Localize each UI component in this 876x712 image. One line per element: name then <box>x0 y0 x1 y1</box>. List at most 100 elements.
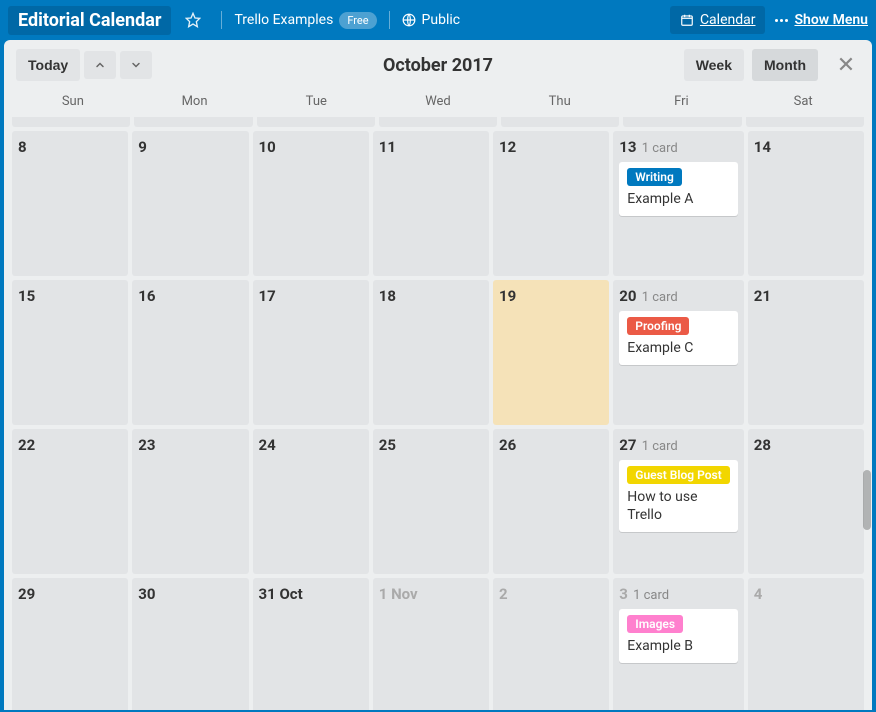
dow-label: Thu <box>499 90 621 113</box>
calendar-day-cell[interactable]: 20 1 cardProofingExample C <box>613 280 743 425</box>
day-number: 22 <box>18 436 35 454</box>
calendar-day-cell[interactable]: 14 <box>748 131 864 276</box>
card-title: Example C <box>627 339 729 357</box>
visibility-button[interactable]: Public <box>402 12 461 28</box>
calendar-day-cell[interactable]: 12 <box>493 131 609 276</box>
day-number: 30 <box>138 585 155 603</box>
calendar-day-cell[interactable]: 1 Nov <box>373 578 489 710</box>
dots-icon <box>775 19 778 22</box>
calendar-day-cell[interactable]: 17 <box>253 280 369 425</box>
calendar-day-cell[interactable]: 2 <box>493 578 609 710</box>
day-number: 27 <box>619 436 636 454</box>
calendar-day-cell[interactable]: 8 <box>12 131 128 276</box>
today-button[interactable]: Today <box>16 49 80 81</box>
card-title: Example A <box>627 190 729 208</box>
dow-label: Tue <box>255 90 377 113</box>
day-number: 4 <box>754 585 763 603</box>
show-menu-button[interactable]: Show Menu <box>794 12 868 28</box>
prev-week-stub <box>12 117 864 127</box>
calendar-day-cell[interactable]: 3 1 card Images Example B <box>613 578 743 710</box>
calendar-view-button[interactable]: Calendar <box>670 6 766 34</box>
card-tag: Guest Blog Post <box>627 466 729 484</box>
calendar-day-cell[interactable]: 24 <box>253 429 369 574</box>
card-tag: Images <box>627 615 683 633</box>
calendar-day-cell[interactable]: 25 <box>373 429 489 574</box>
dow-label: Sun <box>12 90 134 113</box>
close-button[interactable]: ✕ <box>832 51 860 79</box>
card-count: 1 card <box>630 588 669 603</box>
board-header: Editorial Calendar Trello Examples Free … <box>0 0 876 40</box>
calendar-card[interactable]: Images Example B <box>619 609 737 663</box>
calendar-card[interactable]: Guest Blog Post How to use Trello <box>619 460 737 532</box>
plan-badge: Free <box>339 12 376 29</box>
month-view-button[interactable]: Month <box>752 49 818 81</box>
calendar-day-cell[interactable]: 4 <box>748 578 864 710</box>
day-number: 10 <box>259 138 276 156</box>
calendar-day-cell[interactable]: 15 <box>12 280 128 425</box>
calendar-day-cell[interactable]: 10 <box>253 131 369 276</box>
calendar-day-cell[interactable]: 11 <box>373 131 489 276</box>
dow-label: Sat <box>742 90 864 113</box>
calendar-card[interactable]: Proofing Example C <box>619 311 737 365</box>
day-number: 2 <box>499 585 508 603</box>
card-tag: Proofing <box>627 317 689 335</box>
next-button[interactable] <box>120 51 152 79</box>
calendar-day-cell[interactable]: 29 <box>12 578 128 710</box>
more-menu-button[interactable] <box>775 19 788 22</box>
star-icon <box>185 12 201 28</box>
calendar-day-cell[interactable]: 26 <box>493 429 609 574</box>
day-number: 19 <box>499 287 516 305</box>
day-number: 25 <box>379 436 396 454</box>
calendar-day-cell[interactable]: 23 <box>132 429 248 574</box>
day-number: 8 <box>18 138 27 156</box>
dow-label: Mon <box>134 90 256 113</box>
calendar-day-cell[interactable]: 19 <box>493 280 609 425</box>
chevron-up-icon <box>94 59 106 71</box>
globe-icon <box>402 13 416 27</box>
calendar-day-cell[interactable]: 18 <box>373 280 489 425</box>
calendar-day-cell[interactable]: 27 1 cardGuest Blog PostHow to use Trell… <box>613 429 743 574</box>
calendar-icon <box>680 13 694 27</box>
day-number: 14 <box>754 138 771 156</box>
prev-button[interactable] <box>84 51 116 79</box>
day-number: 1 Nov <box>379 585 418 603</box>
calendar-day-cell[interactable]: 30 <box>132 578 248 710</box>
calendar-card[interactable]: Writing Example A <box>619 162 737 216</box>
chevron-down-icon <box>130 59 142 71</box>
day-number: 9 <box>138 138 147 156</box>
calendar-panel: Today October 2017 Week Month ✕ Sun Mon … <box>4 40 872 710</box>
board-title[interactable]: Editorial Calendar <box>8 6 171 35</box>
calendar-toolbar: Today October 2017 Week Month ✕ <box>4 40 872 90</box>
calendar-day-cell[interactable]: 21 <box>748 280 864 425</box>
card-title: How to use Trello <box>627 488 729 524</box>
team-name[interactable]: Trello Examples <box>234 12 333 28</box>
day-number: 21 <box>754 287 771 305</box>
week-view-button[interactable]: Week <box>684 49 744 81</box>
day-number: 24 <box>259 436 276 454</box>
day-number: 18 <box>379 287 396 305</box>
scrollbar[interactable] <box>863 470 871 530</box>
day-number: 23 <box>138 436 155 454</box>
card-tag: Writing <box>627 168 682 186</box>
calendar-day-cell[interactable]: 31 Oct <box>253 578 369 710</box>
day-number: 31 Oct <box>259 585 303 603</box>
calendar-day-cell[interactable]: 16 <box>132 280 248 425</box>
calendar-day-cell[interactable]: 22 <box>12 429 128 574</box>
day-number: 3 <box>619 585 628 603</box>
day-of-week-row: Sun Mon Tue Wed Thu Fri Sat <box>4 90 872 117</box>
card-count: 1 card <box>638 290 677 305</box>
calendar-day-cell[interactable]: 13 1 cardWritingExample A <box>613 131 743 276</box>
calendar-day-cell[interactable]: 9 <box>132 131 248 276</box>
card-title: Example B <box>627 637 729 655</box>
star-button[interactable] <box>177 4 209 36</box>
visibility-label: Public <box>422 12 461 28</box>
day-number: 16 <box>138 287 155 305</box>
day-number: 26 <box>499 436 516 454</box>
calendar-day-cell[interactable]: 28 <box>748 429 864 574</box>
divider <box>221 11 222 29</box>
calendar-grid: 8910111213 1 cardWritingExample A1415161… <box>12 131 864 710</box>
dow-label: Fri <box>621 90 743 113</box>
day-number: 17 <box>259 287 276 305</box>
dow-label: Wed <box>377 90 499 113</box>
calendar-grid-scroll[interactable]: 8910111213 1 cardWritingExample A1415161… <box>4 117 872 710</box>
